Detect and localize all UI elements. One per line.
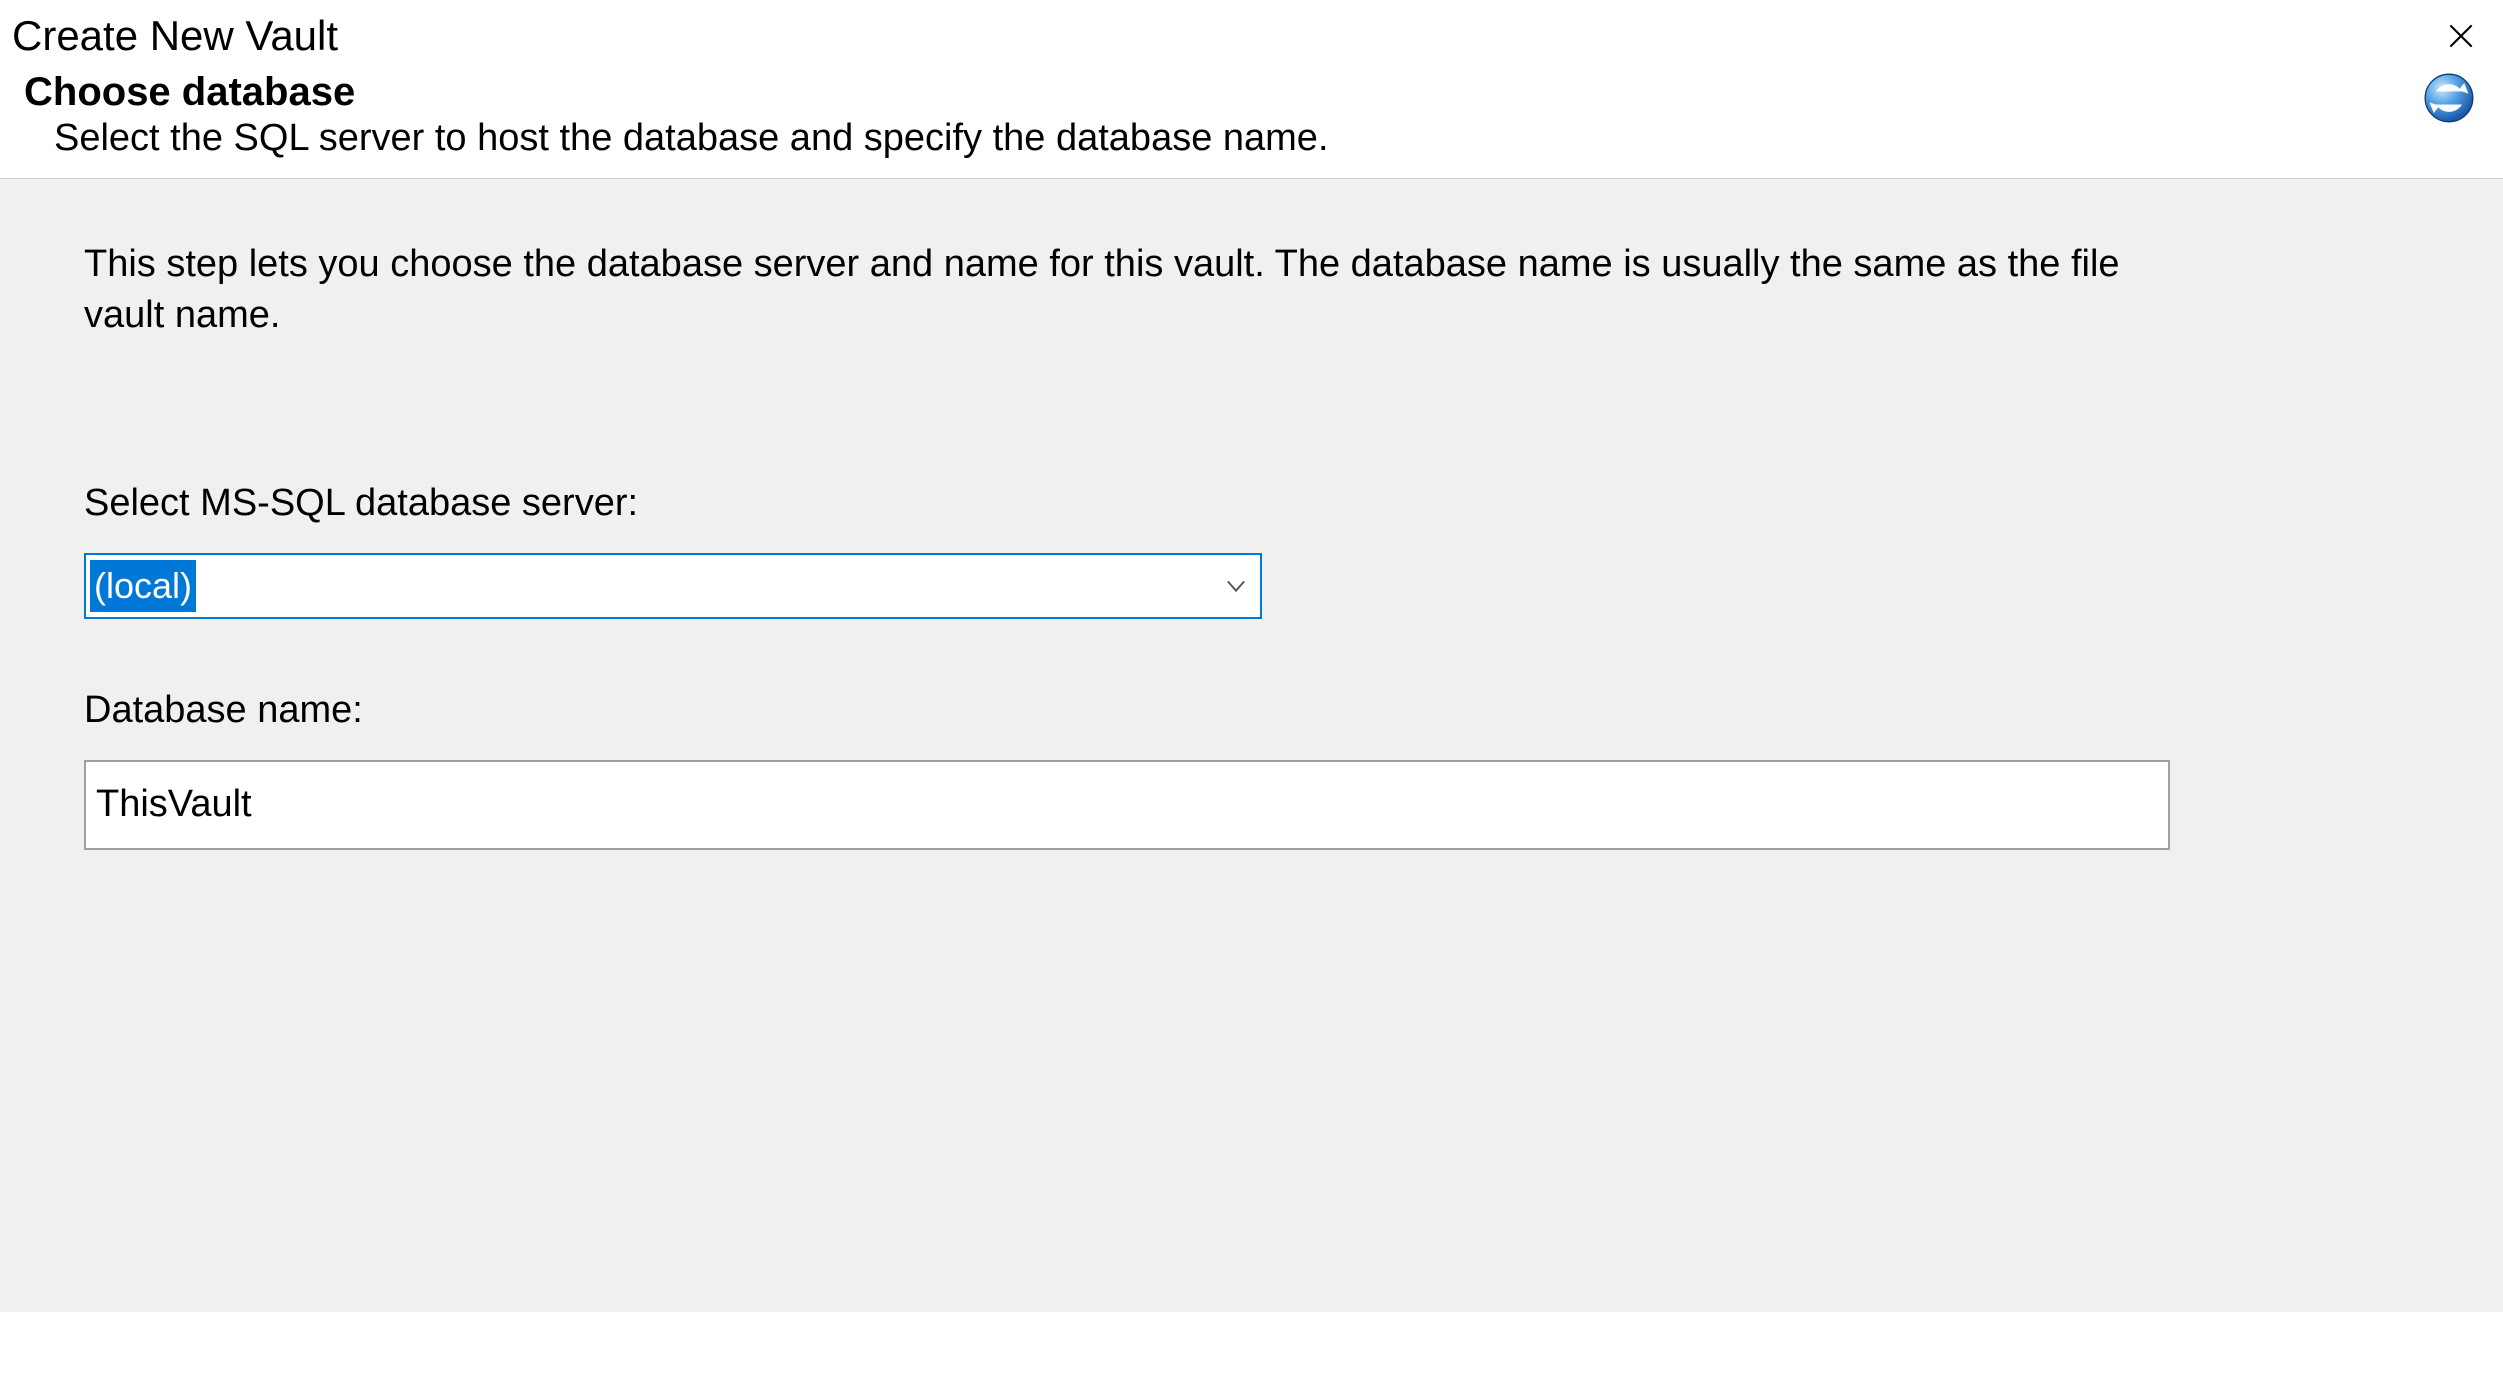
- step-title: Choose database: [24, 70, 2479, 115]
- wizard-header: Choose database Select the SQL server to…: [0, 70, 2503, 179]
- server-field-group: Select MS-SQL database server: (local): [84, 482, 2419, 619]
- server-combobox[interactable]: (local): [84, 553, 1262, 619]
- dbname-field-group: Database name:: [84, 689, 2419, 850]
- dbname-label: Database name:: [84, 689, 2419, 732]
- titlebar: Create New Vault: [0, 0, 2503, 70]
- chevron-down-icon: [1222, 572, 1250, 600]
- step-description: This step lets you choose the database s…: [84, 239, 2184, 342]
- refresh-icon: [2423, 72, 2475, 124]
- window-title: Create New Vault: [12, 12, 338, 60]
- close-button[interactable]: [2437, 12, 2485, 60]
- server-label: Select MS-SQL database server:: [84, 482, 2419, 525]
- close-icon: [2445, 20, 2477, 52]
- step-subtitle: Select the SQL server to host the databa…: [24, 117, 2479, 160]
- wizard-content: This step lets you choose the database s…: [0, 179, 2503, 1312]
- server-selected-value: (local): [90, 560, 196, 612]
- dbname-input[interactable]: [84, 760, 2170, 850]
